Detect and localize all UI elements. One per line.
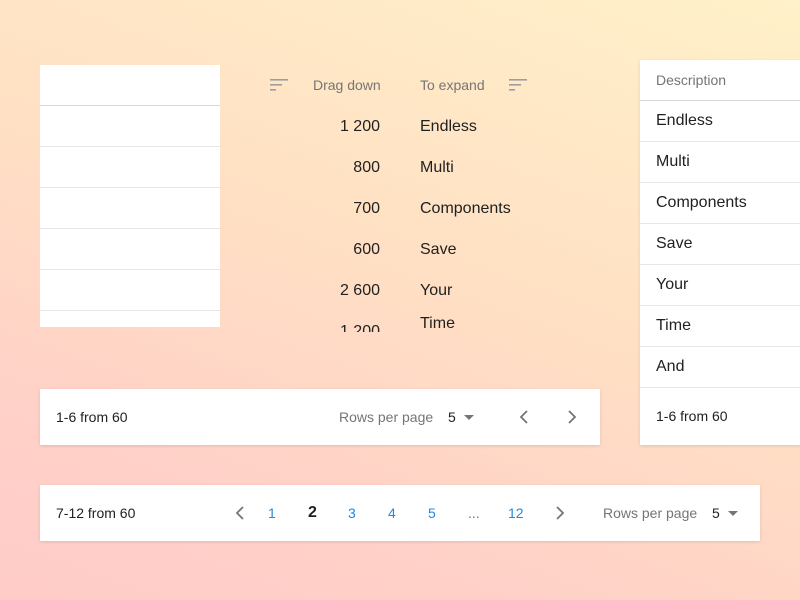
table-row: And: [640, 347, 800, 388]
rows-per-page-label: Rows per page: [603, 505, 698, 521]
arrow-drop-down-icon: [727, 510, 738, 516]
pagination-range: 1-6 from 60: [56, 409, 128, 425]
next-page-button[interactable]: [548, 485, 572, 541]
column-header-drag-down[interactable]: Drag down: [313, 70, 381, 100]
table-row: [40, 270, 220, 311]
table-row: Save: [640, 224, 800, 265]
chevron-left-icon: [228, 501, 252, 525]
cell-number: 1 200: [339, 322, 380, 333]
table-row: Components: [640, 183, 800, 224]
table-row: Your: [640, 265, 800, 306]
cell-text: Endless: [420, 117, 477, 135]
sort-button-col1[interactable]: [269, 70, 291, 100]
table-row: [40, 147, 220, 188]
table-row: [40, 229, 220, 270]
column-header-description[interactable]: Description: [640, 60, 800, 101]
sort-button-col2[interactable]: [508, 70, 530, 100]
description-table: Description Endless Multi Components Sav…: [640, 60, 800, 445]
page-link-12[interactable]: 12: [508, 485, 532, 541]
blank-table: [40, 65, 220, 327]
cell-text: Multi: [420, 158, 454, 176]
page-link-3[interactable]: 3: [348, 485, 372, 541]
cell-number: 1 200: [339, 117, 380, 135]
rows-per-page-value: 5: [448, 409, 456, 425]
table-row: Multi: [640, 142, 800, 183]
table-row: 600 Save: [300, 229, 540, 270]
page-link-1[interactable]: 1: [268, 485, 292, 541]
chevron-right-icon: [548, 501, 572, 525]
chevron-left-icon: [512, 405, 536, 429]
table-row: Time: [640, 306, 800, 347]
column-header-to-expand[interactable]: To expand: [420, 70, 485, 100]
table-row: 800 Multi: [300, 147, 540, 188]
table-row: [40, 311, 220, 327]
cell-number: 600: [353, 240, 380, 258]
page-link-4[interactable]: 4: [388, 485, 412, 541]
rows-per-page-label: Rows per page: [339, 409, 434, 425]
rows-per-page-value: 5: [712, 505, 720, 521]
prev-page-button[interactable]: [228, 485, 252, 541]
cell-text: Your: [420, 281, 453, 299]
prev-page-button[interactable]: [512, 389, 536, 445]
pagination-range: 1-6 from 60: [656, 408, 728, 424]
cell-text: Components: [420, 199, 511, 217]
arrow-drop-down-icon: [463, 414, 474, 420]
table-row: 2 600 Your: [300, 270, 540, 311]
rows-per-page-select[interactable]: 5: [712, 485, 738, 541]
table-row: 1 200 Time: [300, 311, 540, 333]
cell-number: 700: [353, 199, 380, 217]
sort-icon: [508, 74, 530, 96]
page-current[interactable]: 2: [308, 485, 332, 541]
table-row: [40, 106, 220, 147]
page-link-5[interactable]: 5: [428, 485, 452, 541]
table-row: 1 200 Endless: [300, 106, 540, 147]
next-page-button[interactable]: [560, 389, 584, 445]
middle-table-body: 1 200 Endless 800 Multi 700 Components 6…: [300, 106, 540, 333]
pagination-bar-simple: 1-6 from 60 Rows per page 5: [40, 389, 600, 445]
pagination-bar-numbered: 7-12 from 60 1 2 3 4 5 ... 12 Rows per p…: [40, 485, 760, 541]
table-row: [40, 188, 220, 229]
chevron-right-icon: [560, 405, 584, 429]
page-ellipsis: ...: [468, 505, 480, 521]
cell-text: Save: [420, 240, 457, 258]
blank-table-header: [40, 65, 220, 106]
table-row: 700 Components: [300, 188, 540, 229]
pagination-range: 7-12 from 60: [56, 505, 136, 521]
cell-number: 800: [353, 158, 380, 176]
sort-icon: [269, 74, 291, 96]
table-row: Endless: [640, 101, 800, 142]
rows-per-page-select[interactable]: 5: [448, 389, 474, 445]
cell-number: 2 600: [339, 281, 380, 299]
cell-text: Time: [420, 314, 455, 332]
